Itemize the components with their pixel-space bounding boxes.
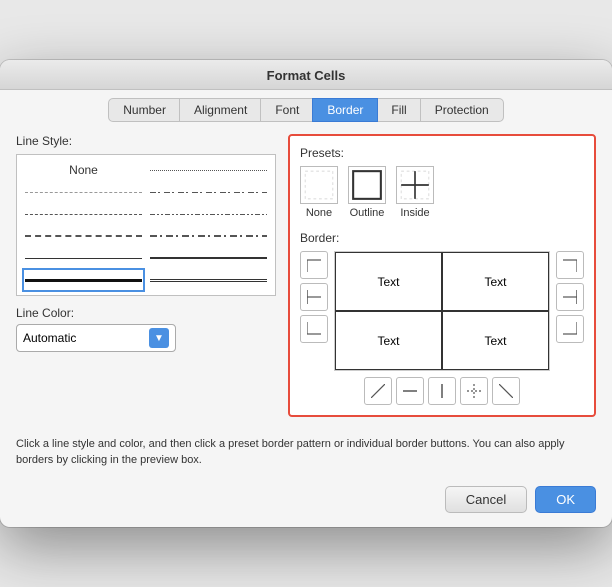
border-top-right-btn[interactable] bbox=[556, 251, 584, 279]
border-diag-down-right-btn[interactable] bbox=[492, 377, 520, 405]
border-horizontal-btn[interactable] bbox=[396, 377, 424, 405]
line-style-label: Line Style: bbox=[16, 134, 276, 148]
preset-inside-icon bbox=[396, 166, 434, 204]
presets-row: None Outline bbox=[300, 166, 584, 219]
presets-label: Presets: bbox=[300, 146, 584, 160]
border-vertical-btn[interactable] bbox=[428, 377, 456, 405]
border-left-buttons bbox=[300, 251, 328, 371]
border-right-buttons bbox=[556, 251, 584, 371]
line-style-dash-dot-dot[interactable] bbox=[150, 205, 267, 223]
preset-none-icon bbox=[300, 166, 338, 204]
line-style-none[interactable]: None bbox=[25, 161, 142, 179]
line-style-medium-dashed[interactable] bbox=[25, 227, 142, 245]
preset-inside[interactable]: Inside bbox=[396, 166, 434, 219]
border-bottom-left-btn[interactable] bbox=[300, 315, 328, 343]
main-content: Line Style: None bbox=[0, 122, 612, 429]
line-style-short-dashed[interactable] bbox=[25, 205, 142, 223]
hint-text: Click a line style and color, and then c… bbox=[0, 429, 612, 478]
preview-cell-2[interactable]: Text bbox=[442, 252, 549, 311]
right-panel: Presets: None bbox=[288, 134, 596, 417]
preview-cell-4[interactable]: Text bbox=[442, 311, 549, 370]
border-area: Text Text Text Text bbox=[300, 251, 584, 371]
tab-protection[interactable]: Protection bbox=[420, 98, 504, 122]
border-left-mid-btn[interactable] bbox=[300, 283, 328, 311]
preset-none-label: None bbox=[306, 207, 332, 219]
border-diag-down-left-btn[interactable] bbox=[364, 377, 392, 405]
dialog-title: Format Cells bbox=[267, 68, 346, 83]
preset-outline-label: Outline bbox=[350, 207, 385, 219]
tabs-bar: Number Alignment Font Border Fill Protec… bbox=[0, 90, 612, 122]
line-style-double[interactable] bbox=[150, 271, 267, 289]
line-style-thin[interactable] bbox=[25, 249, 142, 267]
preview-cell-1[interactable]: Text bbox=[335, 252, 442, 311]
tab-number[interactable]: Number bbox=[108, 98, 181, 122]
dropdown-arrow-icon: ▼ bbox=[149, 328, 169, 348]
color-dropdown[interactable]: Automatic ▼ bbox=[16, 324, 176, 352]
preset-outline[interactable]: Outline bbox=[348, 166, 386, 219]
line-style-grid: None bbox=[25, 161, 267, 289]
tab-fill[interactable]: Fill bbox=[376, 98, 421, 122]
ok-button[interactable]: OK bbox=[535, 486, 596, 513]
preview-cell-3[interactable]: Text bbox=[335, 311, 442, 370]
line-style-dash-dot[interactable] bbox=[150, 183, 267, 201]
tab-font[interactable]: Font bbox=[260, 98, 314, 122]
border-inner-grid-btn[interactable] bbox=[460, 377, 488, 405]
color-value: Automatic bbox=[23, 331, 76, 345]
tab-border[interactable]: Border bbox=[312, 98, 378, 122]
line-style-dotted[interactable] bbox=[150, 161, 267, 179]
border-bottom-buttons bbox=[300, 377, 584, 405]
color-section: Line Color: Automatic ▼ bbox=[16, 306, 276, 352]
border-right-mid-btn[interactable] bbox=[556, 283, 584, 311]
line-style-medium-dash-dot[interactable] bbox=[150, 227, 267, 245]
line-style-light-dashed[interactable] bbox=[25, 183, 142, 201]
format-cells-dialog: Format Cells Number Alignment Font Borde… bbox=[0, 60, 612, 527]
line-style-box: None bbox=[16, 154, 276, 296]
preset-inside-label: Inside bbox=[400, 207, 429, 219]
tab-alignment[interactable]: Alignment bbox=[179, 98, 262, 122]
left-panel: Line Style: None bbox=[16, 134, 276, 417]
footer: Cancel OK bbox=[0, 478, 612, 527]
border-preview[interactable]: Text Text Text Text bbox=[334, 251, 550, 371]
border-top-left-btn[interactable] bbox=[300, 251, 328, 279]
border-bottom-right-btn[interactable] bbox=[556, 315, 584, 343]
color-label: Line Color: bbox=[16, 306, 276, 320]
preset-none[interactable]: None bbox=[300, 166, 338, 219]
border-label: Border: bbox=[300, 231, 584, 245]
title-bar: Format Cells bbox=[0, 60, 612, 90]
line-style-thick-selected[interactable] bbox=[25, 271, 142, 289]
line-style-medium[interactable] bbox=[150, 249, 267, 267]
preset-outline-icon bbox=[348, 166, 386, 204]
cancel-button[interactable]: Cancel bbox=[445, 486, 527, 513]
